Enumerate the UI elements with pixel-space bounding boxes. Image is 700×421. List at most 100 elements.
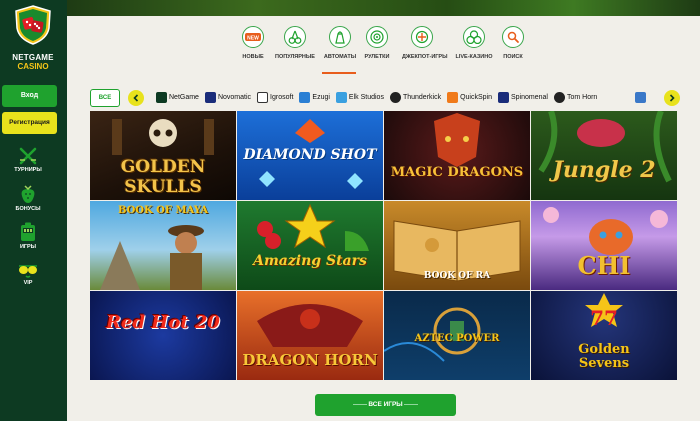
category-slots[interactable]: АВТОМАТЫ bbox=[320, 26, 360, 60]
sidebar-item-label: VIP bbox=[23, 280, 33, 286]
provider-label: Novomatic bbox=[217, 94, 252, 101]
provider-label: Ezugi bbox=[312, 94, 330, 101]
category-label: НОВЫЕ bbox=[242, 54, 264, 60]
provider-next-button[interactable] bbox=[664, 90, 680, 106]
provider-list: NetGame Novomatic Igrosoft Ezugi Elk Stu… bbox=[156, 92, 603, 103]
game-title: Golden Sevens bbox=[578, 342, 630, 371]
amazing-stars-art bbox=[257, 203, 369, 251]
provider-label: Igrosoft bbox=[270, 94, 294, 101]
provider-ezugi[interactable]: Ezugi bbox=[299, 92, 330, 103]
provider-label: Thunderkick bbox=[402, 94, 442, 101]
provider-igrosoft[interactable]: Igrosoft bbox=[257, 92, 293, 103]
category-jackpot[interactable]: ДЖЕКПОТ-ИГРЫ bbox=[402, 26, 448, 60]
provider-label: Tom Horn bbox=[566, 94, 598, 101]
igrosoft-logo-icon bbox=[257, 92, 269, 103]
logo-text-casino: CASINO bbox=[17, 62, 49, 71]
netgame-logo-icon bbox=[156, 92, 167, 103]
game-title: DIAMOND SHOT bbox=[243, 147, 377, 163]
game-title: Jungle 2 bbox=[552, 157, 656, 183]
sidebar-item-label: ИГРЫ bbox=[19, 244, 37, 250]
category-label: LIVE-КАЗИНО bbox=[455, 54, 493, 60]
sidebar-item-vip[interactable]: VIP bbox=[8, 262, 48, 286]
sidebar: NETGAME CASINO Вход Регистрация ТУРНИРЫ … bbox=[0, 0, 67, 421]
dice-shield-logo-icon bbox=[15, 5, 51, 45]
sidebar-item-games[interactable]: ИГРЫ bbox=[8, 222, 48, 250]
game-tile-golden-sevens[interactable]: 77 Golden Sevens bbox=[531, 291, 677, 380]
category-popular[interactable]: ПОПУЛЯРНЫЕ bbox=[275, 26, 315, 60]
all-providers-button[interactable]: ВСЕ bbox=[90, 89, 120, 107]
sidebar-item-tournaments[interactable]: ТУРНИРЫ bbox=[8, 147, 48, 173]
tom-horn-logo-icon bbox=[553, 92, 565, 103]
game-tile-book-of-ra[interactable]: BOOK OF RA bbox=[384, 201, 530, 290]
game-title: GOLDEN SKULLS bbox=[120, 157, 206, 197]
swords-icon bbox=[19, 147, 37, 165]
header-banner bbox=[67, 0, 700, 16]
fruit-slot-icon bbox=[329, 26, 351, 48]
category-label: ДЖЕКПОТ-ИГРЫ bbox=[402, 54, 448, 60]
spinomenal-logo-icon bbox=[498, 92, 509, 103]
logo-text-netgame: NETGAME bbox=[12, 53, 54, 62]
login-button[interactable]: Вход bbox=[2, 85, 57, 107]
game-tile-jungle-2[interactable]: Jungle 2 bbox=[531, 111, 677, 200]
game-tile-golden-skulls[interactable]: GOLDEN SKULLS bbox=[90, 111, 236, 200]
provider-label: Elk Studios bbox=[348, 94, 384, 101]
strawberry-icon bbox=[21, 185, 35, 203]
search-icon bbox=[502, 26, 524, 48]
provider-label: Spinomenal bbox=[511, 94, 548, 101]
chevron-right-icon bbox=[669, 94, 675, 102]
game-title: DRAGON HORN bbox=[242, 351, 378, 369]
chips-icon bbox=[463, 26, 485, 48]
slot-machine-icon bbox=[21, 222, 35, 241]
game-tile-magic-dragons[interactable]: MAGIC DRAGONS bbox=[384, 111, 530, 200]
game-title: BOOK OF RA bbox=[423, 271, 491, 281]
provider-netgame[interactable]: NetGame bbox=[156, 92, 199, 103]
svg-text:NEW: NEW bbox=[247, 36, 259, 42]
category-live-casino[interactable]: LIVE-КАЗИНО bbox=[454, 26, 494, 60]
provider-more-logo-icon[interactable] bbox=[635, 92, 646, 103]
provider-quickspin[interactable]: QuickSpin bbox=[447, 92, 492, 103]
sidebar-item-bonuses[interactable]: БОНУСЫ bbox=[8, 184, 48, 212]
provider-prev-button[interactable] bbox=[128, 90, 144, 106]
sidebar-item-label: БОНУСЫ bbox=[15, 206, 41, 212]
game-title: AZTEC POWER bbox=[414, 333, 500, 344]
game-tile-chi[interactable]: CHI bbox=[531, 201, 677, 290]
casino-logo[interactable]: NETGAME CASINO bbox=[5, 4, 61, 78]
category-label: ПОПУЛЯРНЫЕ bbox=[275, 54, 315, 60]
game-title: CHI bbox=[577, 251, 631, 280]
thunderkick-logo-icon bbox=[389, 92, 401, 103]
category-label: ПОИСК bbox=[503, 54, 523, 60]
category-search[interactable]: ПОИСК bbox=[493, 26, 533, 60]
provider-novomatic[interactable]: Novomatic bbox=[204, 92, 252, 103]
provider-tom-horn[interactable]: Tom Horn bbox=[553, 92, 598, 103]
category-label: РУЛЕТКИ bbox=[364, 54, 390, 60]
register-button[interactable]: Регистрация bbox=[2, 112, 57, 134]
sidebar-item-label: ТУРНИРЫ bbox=[14, 167, 42, 173]
jackpot-icon bbox=[411, 26, 433, 48]
provider-spinomenal[interactable]: Spinomenal bbox=[498, 92, 548, 103]
game-title: BOOK OF MAYA bbox=[117, 205, 209, 216]
game-title: Amazing Stars bbox=[253, 253, 367, 269]
provider-thunderkick[interactable]: Thunderkick bbox=[389, 92, 442, 103]
games-grid: GOLDEN SKULLS DIAMOND SHOT MAGIC DRAGONS… bbox=[90, 111, 690, 382]
game-tile-dragon-horn[interactable]: DRAGON HORN bbox=[237, 291, 383, 380]
provider-elk-studios[interactable]: Elk Studios bbox=[335, 92, 384, 103]
category-roulette[interactable]: РУЛЕТКИ bbox=[357, 26, 397, 60]
game-tile-amazing-stars[interactable]: Amazing Stars bbox=[237, 201, 383, 290]
chevron-left-icon bbox=[133, 94, 139, 102]
sunglasses-icon bbox=[19, 265, 37, 278]
magic-dragons-art bbox=[434, 113, 480, 167]
game-tile-book-of-maya[interactable]: BOOK OF MAYA bbox=[90, 201, 236, 290]
provider-label: NetGame bbox=[169, 94, 199, 101]
game-tile-aztec-power[interactable]: AZTEC POWER bbox=[384, 291, 530, 380]
roulette-icon bbox=[366, 26, 388, 48]
game-tile-red-hot-20[interactable]: Red Hot 20 bbox=[90, 291, 236, 380]
quickspin-logo-icon bbox=[447, 92, 459, 103]
all-games-button[interactable]: ВСЕ ИГРЫ bbox=[315, 394, 456, 416]
category-new[interactable]: NEW НОВЫЕ bbox=[233, 26, 273, 60]
new-badge-icon: NEW bbox=[242, 26, 264, 48]
game-title: MAGIC DRAGONS bbox=[390, 165, 524, 180]
novomatic-logo-icon bbox=[204, 92, 216, 103]
game-tile-diamond-shot[interactable]: DIAMOND SHOT bbox=[237, 111, 383, 200]
ezugi-logo-icon bbox=[299, 92, 311, 103]
provider-label: QuickSpin bbox=[460, 94, 492, 101]
